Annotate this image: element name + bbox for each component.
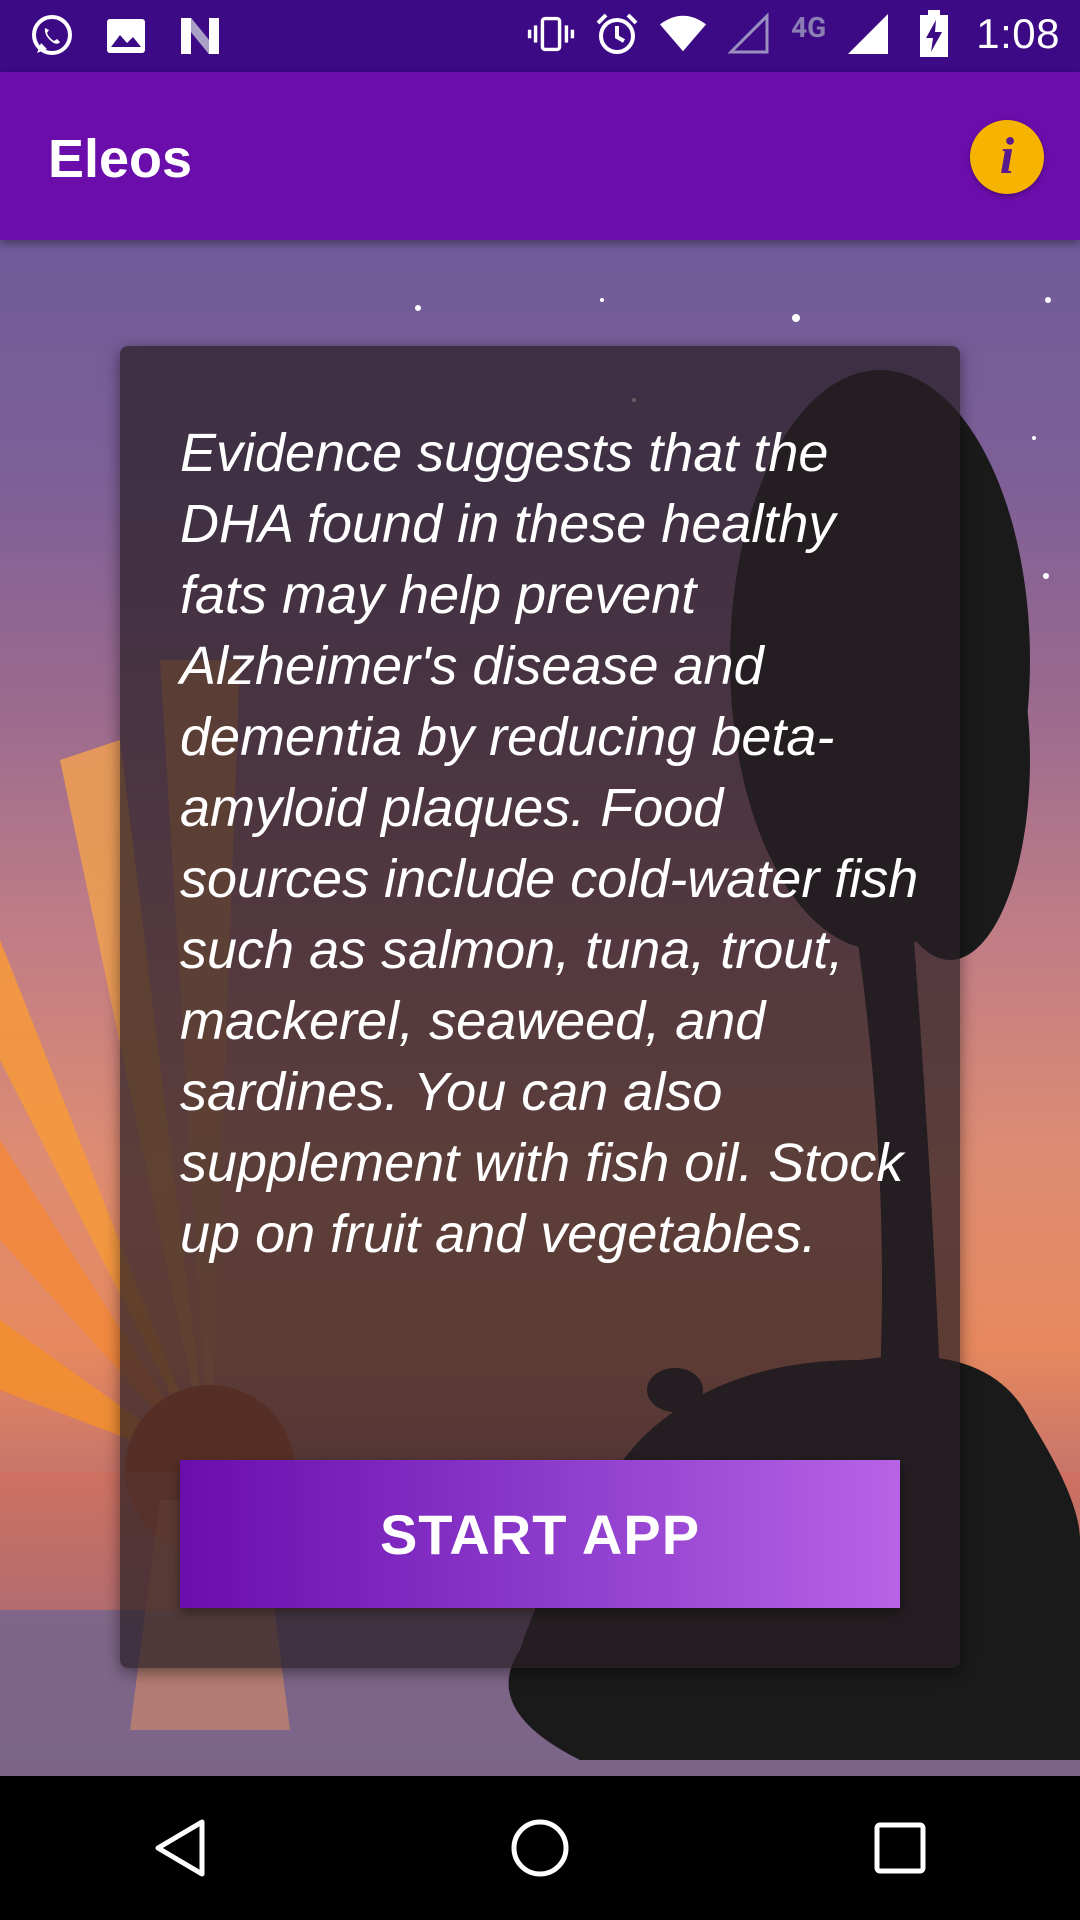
status-time: 1:08	[976, 10, 1060, 57]
start-app-button[interactable]: START APP	[180, 1460, 900, 1608]
alarm-icon	[593, 8, 641, 60]
info-button[interactable]: i	[970, 120, 1044, 194]
info-icon: i	[999, 128, 1015, 185]
navigation-bar	[0, 1776, 1080, 1920]
battery-charging-icon	[910, 8, 958, 60]
image-icon	[102, 10, 150, 62]
app-title: Eleos	[48, 129, 193, 189]
vibrate-icon	[527, 8, 575, 60]
wifi-icon	[659, 8, 707, 60]
app-bar: Eleos i	[0, 72, 1080, 240]
n-icon	[176, 10, 224, 62]
signal-full-icon	[844, 8, 892, 60]
whatsapp-icon	[28, 10, 76, 62]
network-type-label: 4G	[791, 10, 827, 44]
recents-icon[interactable]	[845, 1793, 955, 1903]
status-bar: 4G 1:08	[0, 0, 1080, 72]
tip-text: Evidence suggests that the DHA found in …	[180, 423, 919, 1264]
tip-card: Evidence suggests that the DHA found in …	[120, 346, 960, 1668]
signal-empty-icon	[725, 8, 773, 60]
back-icon[interactable]	[125, 1793, 235, 1903]
home-icon[interactable]	[485, 1793, 595, 1903]
